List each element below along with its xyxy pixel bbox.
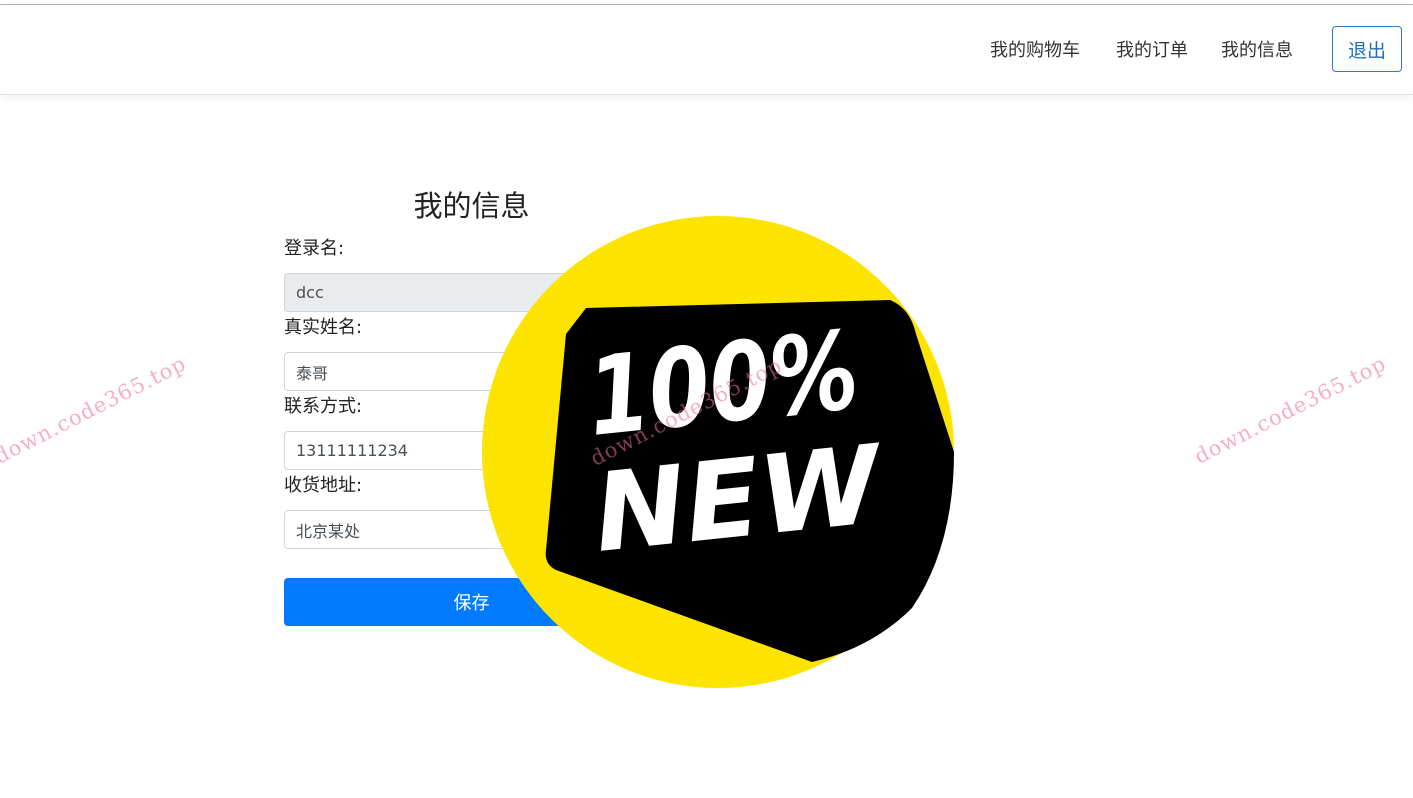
address-label: 收货地址:: [284, 475, 363, 496]
watermark-right: down.code365.top: [1190, 351, 1391, 469]
watermark-left: down.code365.top: [0, 351, 191, 469]
nav-my-info[interactable]: 我的信息: [1221, 39, 1293, 63]
real-name-label: 真实姓名:: [284, 317, 363, 338]
nav-my-orders[interactable]: 我的订单: [1116, 39, 1188, 63]
new-badge-icon: 100% NEW: [482, 216, 954, 688]
nav-my-cart[interactable]: 我的购物车: [990, 39, 1080, 63]
login-name-label: 登录名:: [284, 238, 345, 259]
contact-label: 联系方式:: [284, 396, 363, 417]
top-navbar: 我的购物车 我的订单 我的信息 退出: [0, 5, 1413, 95]
logout-button[interactable]: 退出: [1332, 26, 1402, 72]
